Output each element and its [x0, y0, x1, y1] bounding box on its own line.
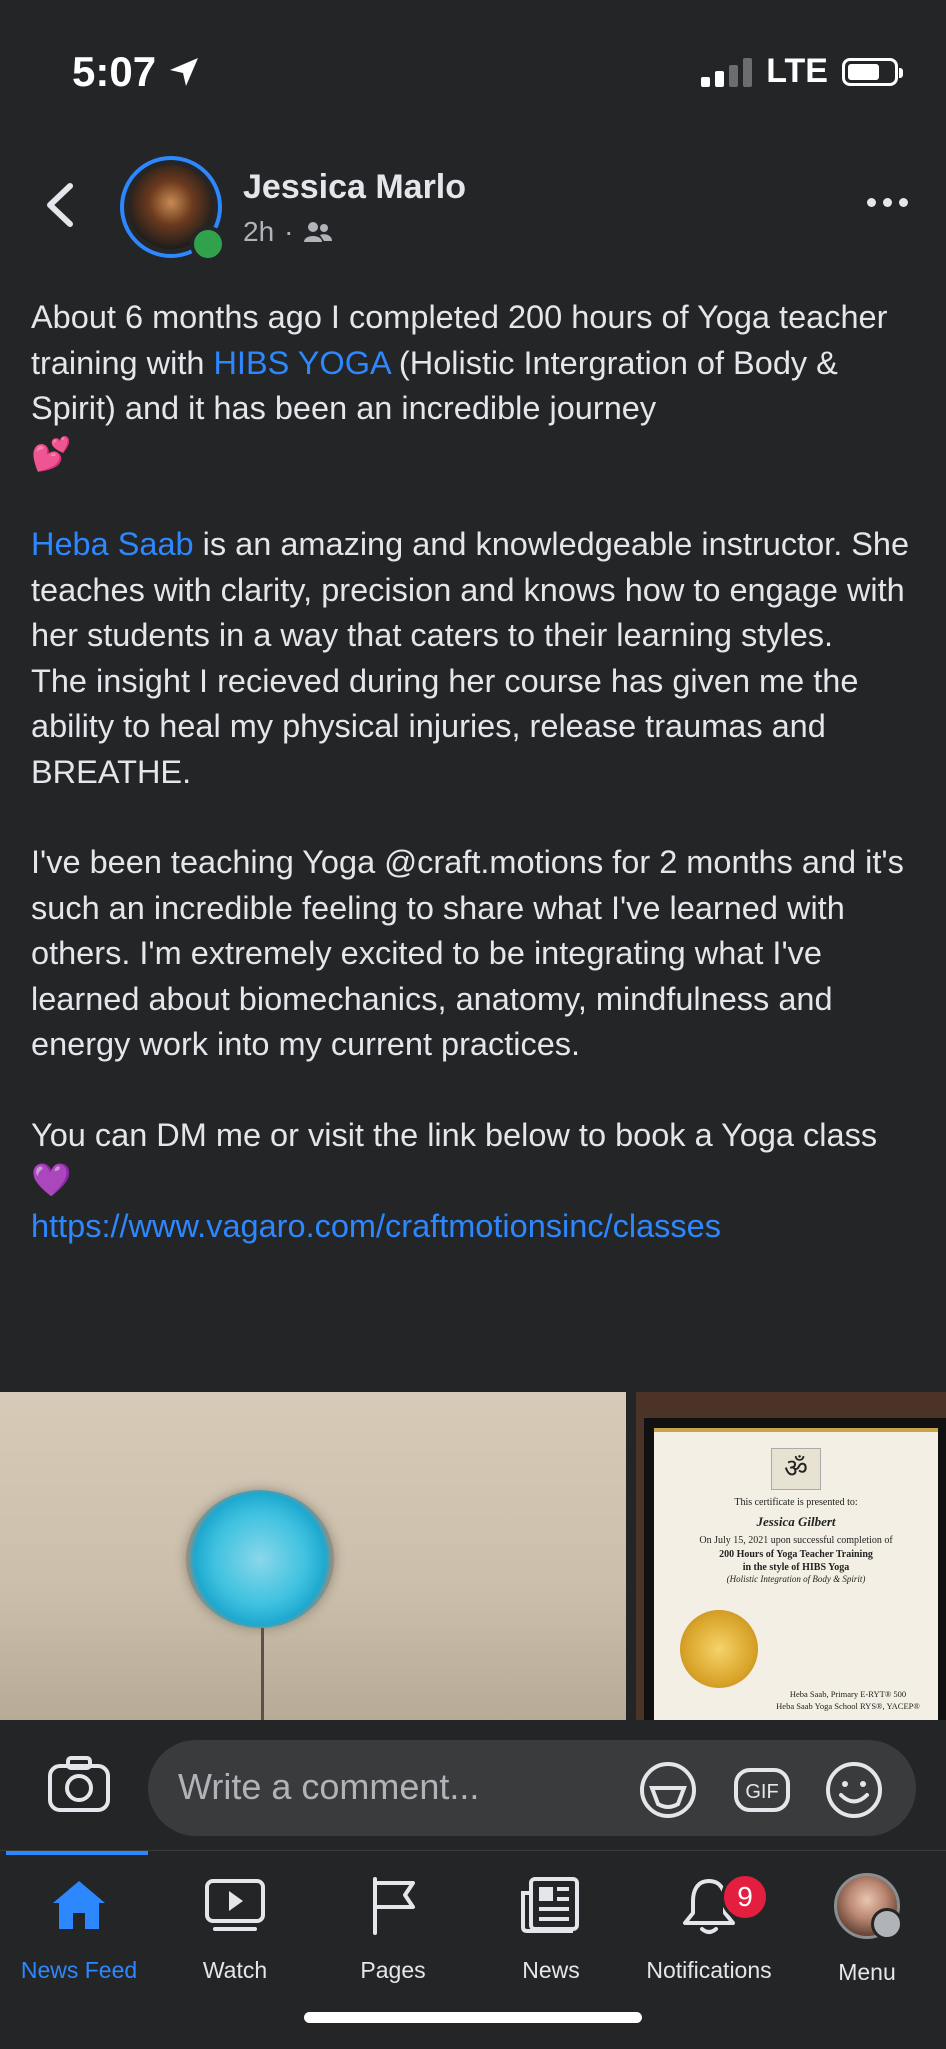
- author-name[interactable]: Jessica Marlo: [243, 168, 466, 207]
- certificate: ॐ This certificate is presented to: Jess…: [654, 1428, 938, 1720]
- network-type: LTE: [766, 52, 828, 90]
- post-photos: ॐ This certificate is presented to: Jess…: [0, 1392, 946, 1720]
- comment-input[interactable]: Write a comment... GIF: [148, 1740, 916, 1836]
- paragraph-1: About 6 months ago I completed 200 hours…: [31, 299, 888, 473]
- active-tab-indicator: [6, 1851, 148, 1855]
- more-options-icon[interactable]: [867, 198, 908, 207]
- paragraph-3: I've been teaching Yoga @craft.motions f…: [31, 844, 904, 1062]
- post-meta: 2h ·: [243, 216, 333, 248]
- watch-icon: [205, 1879, 265, 1931]
- status-bar: 5:07 LTE: [0, 0, 946, 140]
- post-time[interactable]: 2h: [243, 216, 274, 248]
- status-indicators: LTE: [701, 52, 903, 91]
- tab-notifications[interactable]: 9 Notifications: [630, 1873, 788, 2003]
- post-text: About 6 months ago I completed 200 hours…: [31, 295, 921, 1249]
- tab-news-feed[interactable]: News Feed: [0, 1873, 158, 2003]
- certificate-frame: ॐ This certificate is presented to: Jess…: [644, 1418, 946, 1720]
- status-time: 5:07: [72, 48, 200, 96]
- certificate-photo[interactable]: ॐ This certificate is presented to: Jess…: [636, 1392, 946, 1720]
- lamp-cord: [261, 1628, 264, 1720]
- comment-placeholder: Write a comment...: [178, 1766, 480, 1807]
- notification-badge: 9: [721, 1873, 769, 1921]
- location-arrow-icon: [170, 58, 199, 86]
- comment-bar: Write a comment... GIF: [0, 1720, 946, 1850]
- svg-text:GIF: GIF: [745, 1781, 778, 1803]
- home-indicator[interactable]: [304, 2012, 642, 2023]
- mandala-lamp: [186, 1490, 334, 1628]
- menu-hamburger-icon: [871, 1908, 903, 1940]
- back-arrow-icon[interactable]: [40, 180, 80, 230]
- tab-news[interactable]: News: [472, 1873, 630, 2003]
- meta-separator: ·: [284, 216, 294, 247]
- two-hearts-emoji: 💕: [31, 434, 72, 473]
- vagaro-url-link[interactable]: https://www.vagaro.com/craftmotionsinc/c…: [31, 1208, 721, 1244]
- gif-icon[interactable]: GIF: [732, 1760, 792, 1820]
- om-symbol: ॐ: [771, 1448, 821, 1490]
- tab-pages[interactable]: Pages: [314, 1873, 472, 2003]
- home-icon: [53, 1881, 105, 1929]
- battery-icon: [842, 57, 903, 86]
- purple-heart-emoji: 💜: [31, 1161, 72, 1199]
- flag-icon: [373, 1877, 415, 1935]
- emoji-icon[interactable]: [824, 1760, 884, 1820]
- gold-seal: [680, 1610, 758, 1688]
- heba-saab-link[interactable]: Heba Saab: [31, 526, 194, 562]
- camera-icon[interactable]: [46, 1752, 112, 1818]
- sticker-icon[interactable]: [638, 1760, 698, 1820]
- post-header: Jessica Marlo 2h ·: [0, 150, 946, 262]
- time-text: 5:07: [72, 48, 157, 95]
- paragraph-4: You can DM me or visit the link below to…: [31, 1116, 878, 1244]
- certificate-signature: Heba Saab, Primary E-RYT® 500 Heba Saab …: [776, 1689, 920, 1711]
- cellular-signal-icon: [701, 57, 753, 87]
- friends-audience-icon[interactable]: [303, 220, 333, 244]
- profile-avatar: [834, 1873, 903, 1940]
- mandala-lamp-photo[interactable]: [0, 1392, 626, 1720]
- hibs-yoga-link[interactable]: HIBS YOGA: [213, 345, 389, 381]
- paragraph-2: Heba Saab is an amazing and knowledgeabl…: [31, 526, 910, 790]
- tab-watch[interactable]: Watch: [156, 1873, 314, 2003]
- tab-menu[interactable]: Menu: [788, 1873, 946, 2003]
- online-status-dot: [190, 226, 226, 262]
- news-icon: [521, 1877, 579, 1933]
